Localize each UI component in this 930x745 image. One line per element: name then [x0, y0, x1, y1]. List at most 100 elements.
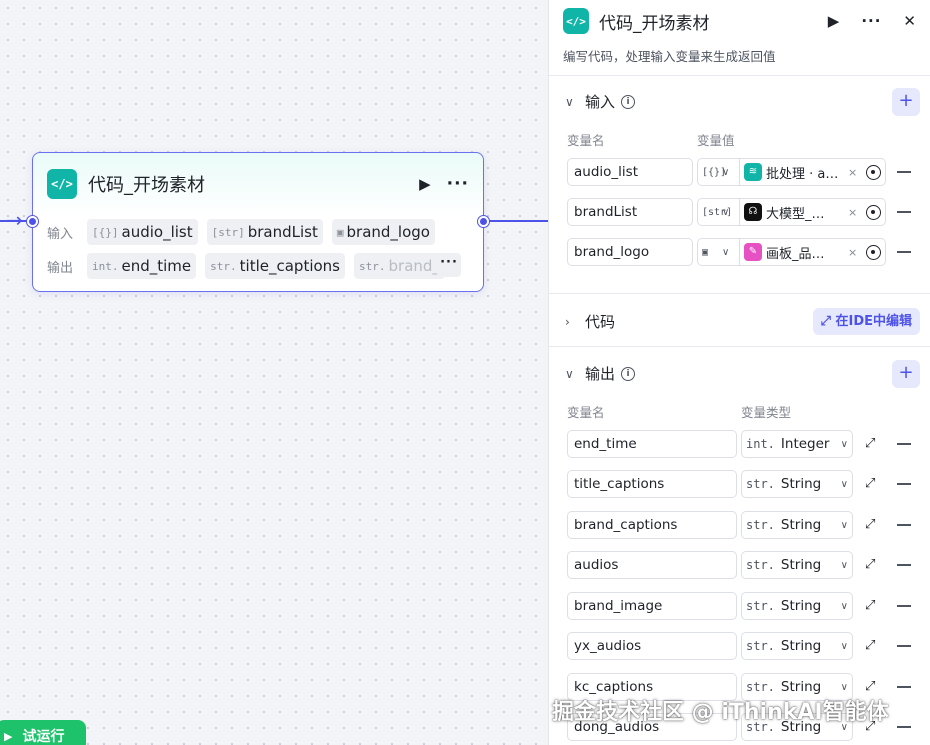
- expand-icon[interactable]: ⤢: [865, 557, 875, 572]
- panel-header: </> 代码_开场素材 ▶ ··· ✕: [563, 6, 916, 36]
- column-header: 变量值: [697, 133, 735, 148]
- reference-label: 画板_品…: [766, 246, 825, 262]
- value-type-select[interactable]: [{}] ∨: [697, 158, 740, 186]
- batch-node-icon: ≋: [744, 163, 762, 181]
- edit-in-ide-button[interactable]: ⤢ 在IDE中编辑: [812, 308, 920, 335]
- variable-name-input[interactable]: brandList: [567, 198, 693, 226]
- variable-reference-select[interactable]: ✎ 画板_品… ×: [740, 238, 886, 266]
- expand-icon[interactable]: ⤢: [865, 638, 875, 653]
- variable-name-input[interactable]: audios: [567, 551, 737, 579]
- remove-row-icon[interactable]: [897, 524, 911, 526]
- node-outputs: 输出 int. end_time str. title_captions str. b…: [47, 253, 454, 279]
- remove-row-icon[interactable]: [897, 483, 911, 485]
- outgoing-edge: [484, 220, 548, 222]
- clear-icon[interactable]: ×: [848, 166, 860, 179]
- remove-row-icon[interactable]: [897, 443, 911, 445]
- remove-row-icon[interactable]: [897, 726, 911, 728]
- chip-name: end_time: [121, 257, 192, 275]
- remove-row-icon[interactable]: [897, 251, 911, 253]
- type-label: Integer: [780, 436, 830, 452]
- type-label: String: [780, 679, 822, 695]
- code-node[interactable]: </> 代码_开场素材 ▶ ··· 输入 [{}] audio_list [str…: [32, 152, 484, 292]
- variable-reference-select[interactable]: ≋ 批处理 · au… ×: [740, 158, 886, 186]
- more-outputs-button[interactable]: ···: [437, 253, 461, 277]
- chevron-down-icon: ∨: [722, 246, 730, 258]
- panel-description: 编写代码，处理输入变量来生成返回值: [563, 49, 776, 64]
- panel-title[interactable]: 代码_开场素材: [599, 9, 806, 34]
- expand-icon[interactable]: ⤢: [865, 436, 875, 451]
- try-run-button[interactable]: ▶ 试运行: [0, 720, 86, 745]
- variable-name-input[interactable]: brand_captions: [567, 511, 737, 539]
- variable-type-select[interactable]: str. String ∨: [741, 511, 853, 539]
- expand-icon[interactable]: ⤢: [865, 517, 875, 532]
- variable-reference-select[interactable]: ☊ 大模型_… ×: [740, 198, 886, 226]
- workflow-canvas[interactable]: → </> 代码_开场素材 ▶ ··· 输入 [{}] audio_list [s…: [0, 0, 548, 745]
- variable-name-input[interactable]: brand_logo: [567, 238, 693, 266]
- remove-row-icon[interactable]: [897, 211, 911, 213]
- variable-name-input[interactable]: title_captions: [567, 470, 737, 498]
- value-type-select[interactable]: [str] ∨: [697, 198, 740, 226]
- chevron-down-icon: ∨: [565, 94, 574, 109]
- input-section-header[interactable]: ∨ 输入 i: [565, 91, 636, 112]
- expand-icon[interactable]: ⤢: [865, 679, 875, 694]
- variable-type-select[interactable]: int. Integer ∨: [741, 430, 853, 458]
- variable-type-select[interactable]: str. String ∨: [741, 551, 853, 579]
- close-icon[interactable]: ✕: [903, 12, 916, 30]
- output-port[interactable]: [478, 216, 489, 227]
- chevron-down-icon: ∨: [840, 681, 848, 693]
- divider: [549, 75, 930, 76]
- play-icon[interactable]: ▶: [419, 175, 431, 193]
- type-tag-icon: [str]: [211, 225, 245, 239]
- canvas-node-icon: ✎: [744, 243, 762, 261]
- variable-type-select[interactable]: str. String ∨: [741, 470, 853, 498]
- remove-row-icon[interactable]: [897, 645, 911, 647]
- column-header: 变量名: [567, 405, 605, 420]
- chevron-right-icon: ›: [565, 314, 570, 329]
- target-icon[interactable]: [866, 204, 881, 220]
- add-input-button[interactable]: +: [892, 88, 920, 116]
- info-icon[interactable]: i: [621, 366, 636, 381]
- output-label: 输出: [47, 260, 74, 276]
- more-icon[interactable]: ···: [861, 12, 881, 30]
- variable-name-input[interactable]: brand_image: [567, 592, 737, 620]
- chevron-down-icon: ∨: [840, 559, 848, 571]
- add-output-button[interactable]: +: [892, 360, 920, 388]
- input-chip: ▣ brand_logo: [331, 219, 435, 245]
- variable-name-input[interactable]: yx_audios: [567, 632, 737, 660]
- type-tag-icon: [{}]: [702, 166, 727, 178]
- output-section-header[interactable]: ∨ 输出 i: [565, 363, 636, 384]
- clear-icon[interactable]: ×: [848, 206, 860, 219]
- input-label: 输入: [47, 226, 74, 242]
- input-port[interactable]: [27, 216, 38, 227]
- value-type-select[interactable]: ▣ ∨: [697, 238, 740, 266]
- chevron-down-icon: ∨: [840, 640, 848, 652]
- remove-row-icon[interactable]: [897, 605, 911, 607]
- output-chip: int. end_time: [87, 253, 197, 279]
- try-run-label: 试运行: [22, 729, 65, 745]
- type-tag-icon: str.: [746, 477, 775, 491]
- variable-name-input[interactable]: end_time: [567, 430, 737, 458]
- type-tag-icon: str.: [359, 259, 386, 273]
- variable-name-input[interactable]: audio_list: [567, 158, 693, 186]
- section-title: 输出: [585, 365, 616, 383]
- type-tag-icon: str.: [746, 518, 775, 532]
- expand-icon[interactable]: ⤢: [865, 598, 875, 613]
- variable-type-select[interactable]: str. String ∨: [741, 632, 853, 660]
- type-label: String: [780, 557, 822, 573]
- chevron-down-icon: ∨: [840, 478, 848, 490]
- remove-row-icon[interactable]: [897, 564, 911, 566]
- remove-row-icon[interactable]: [897, 686, 911, 688]
- more-icon[interactable]: ···: [447, 174, 469, 194]
- info-icon[interactable]: i: [621, 94, 636, 109]
- target-icon[interactable]: [866, 244, 881, 260]
- remove-row-icon[interactable]: [897, 171, 911, 173]
- variable-type-select[interactable]: str. String ∨: [741, 592, 853, 620]
- code-section-header[interactable]: › 代码: [565, 311, 615, 332]
- play-icon[interactable]: ▶: [828, 12, 840, 30]
- chip-name: brand_logo: [346, 223, 430, 241]
- code-icon: </>: [563, 8, 589, 34]
- clear-icon[interactable]: ×: [848, 246, 860, 259]
- target-icon[interactable]: [866, 164, 881, 180]
- type-tag-icon: str.: [746, 680, 775, 694]
- expand-icon[interactable]: ⤢: [865, 476, 875, 491]
